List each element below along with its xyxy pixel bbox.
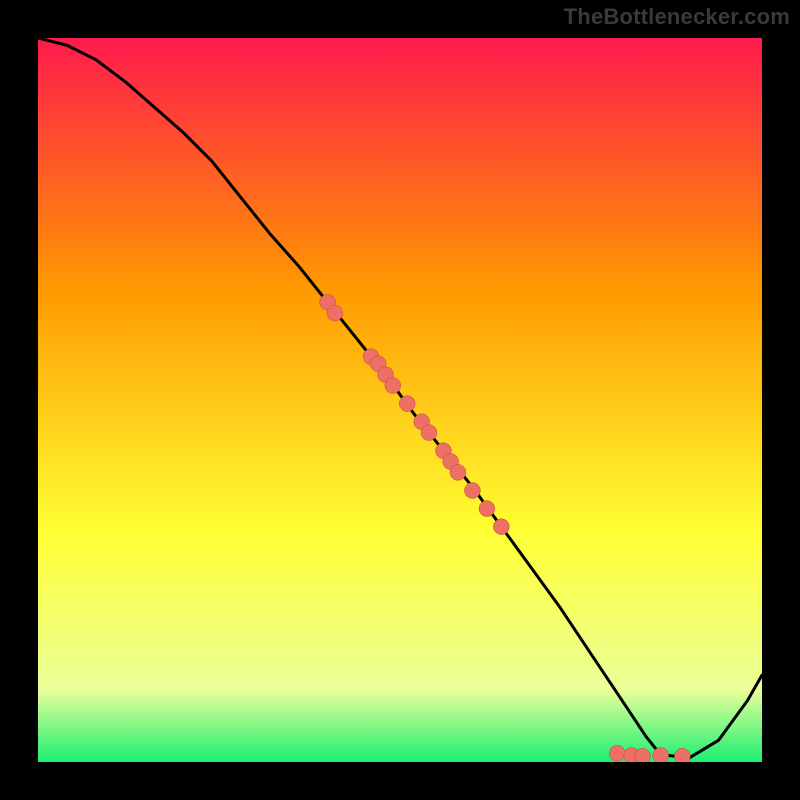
data-marker [493, 519, 509, 535]
data-marker [385, 378, 401, 394]
data-marker [609, 745, 625, 761]
chart-frame: TheBottlenecker.com [0, 0, 800, 800]
chart-plot [38, 38, 762, 762]
data-marker [479, 501, 495, 517]
data-marker [327, 305, 343, 321]
data-marker [653, 748, 669, 762]
data-marker [464, 483, 480, 499]
watermark-text: TheBottlenecker.com [564, 4, 790, 30]
data-marker [399, 396, 415, 412]
data-marker [635, 748, 651, 762]
chart-svg [38, 38, 762, 762]
data-marker [450, 464, 466, 480]
data-marker [674, 748, 690, 762]
data-marker [421, 425, 437, 441]
